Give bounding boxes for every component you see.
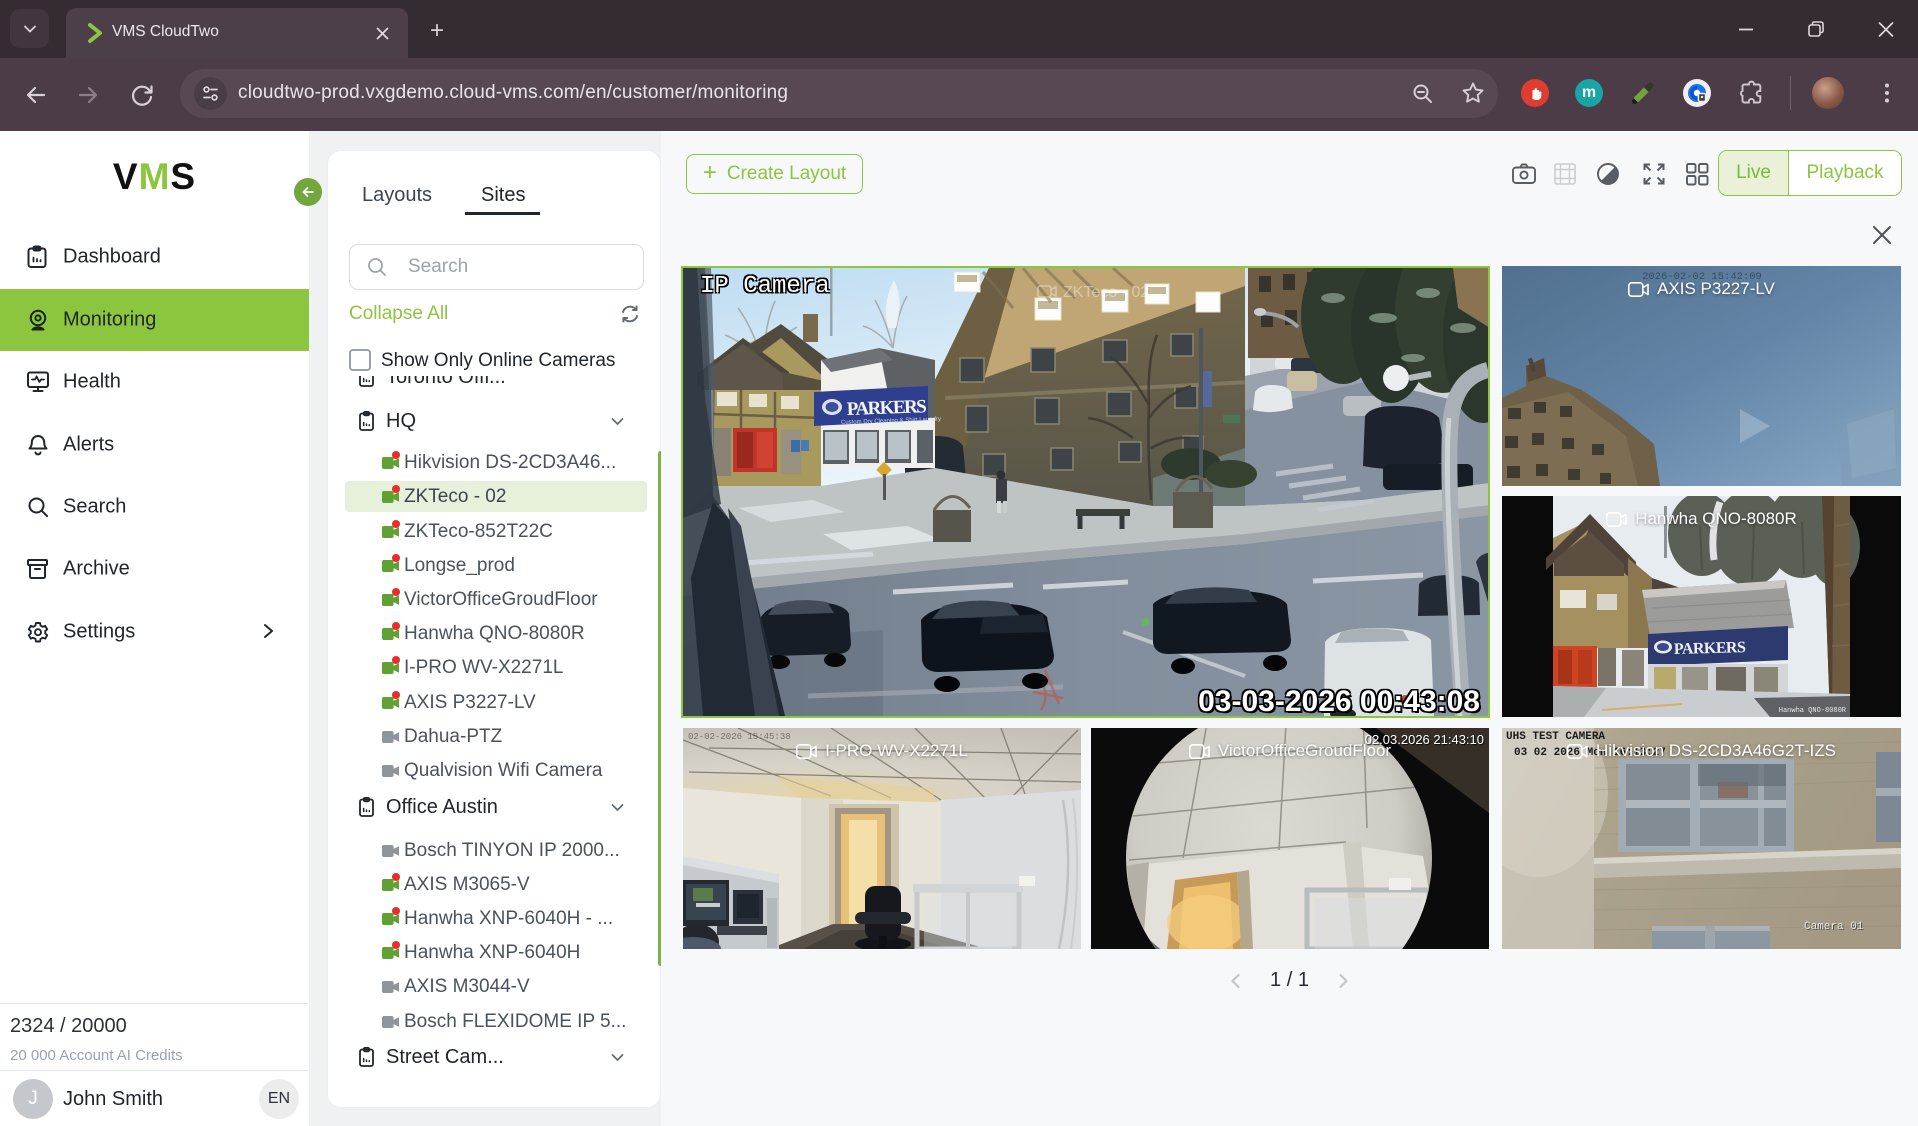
svg-text:03-03-2026 00:43:08: 03-03-2026 00:43:08 (1198, 685, 1480, 716)
svg-text:PARKERS: PARKERS (1674, 639, 1747, 658)
svg-text:Camera 01: Camera 01 (1804, 921, 1864, 933)
svg-text:Hanwha QNO-8080R: Hanwha QNO-8080R (1779, 707, 1847, 715)
svg-text:ZKTeco - 02: ZKTeco - 02 (1063, 284, 1149, 301)
svg-text:IP Camera: IP Camera (700, 273, 830, 300)
